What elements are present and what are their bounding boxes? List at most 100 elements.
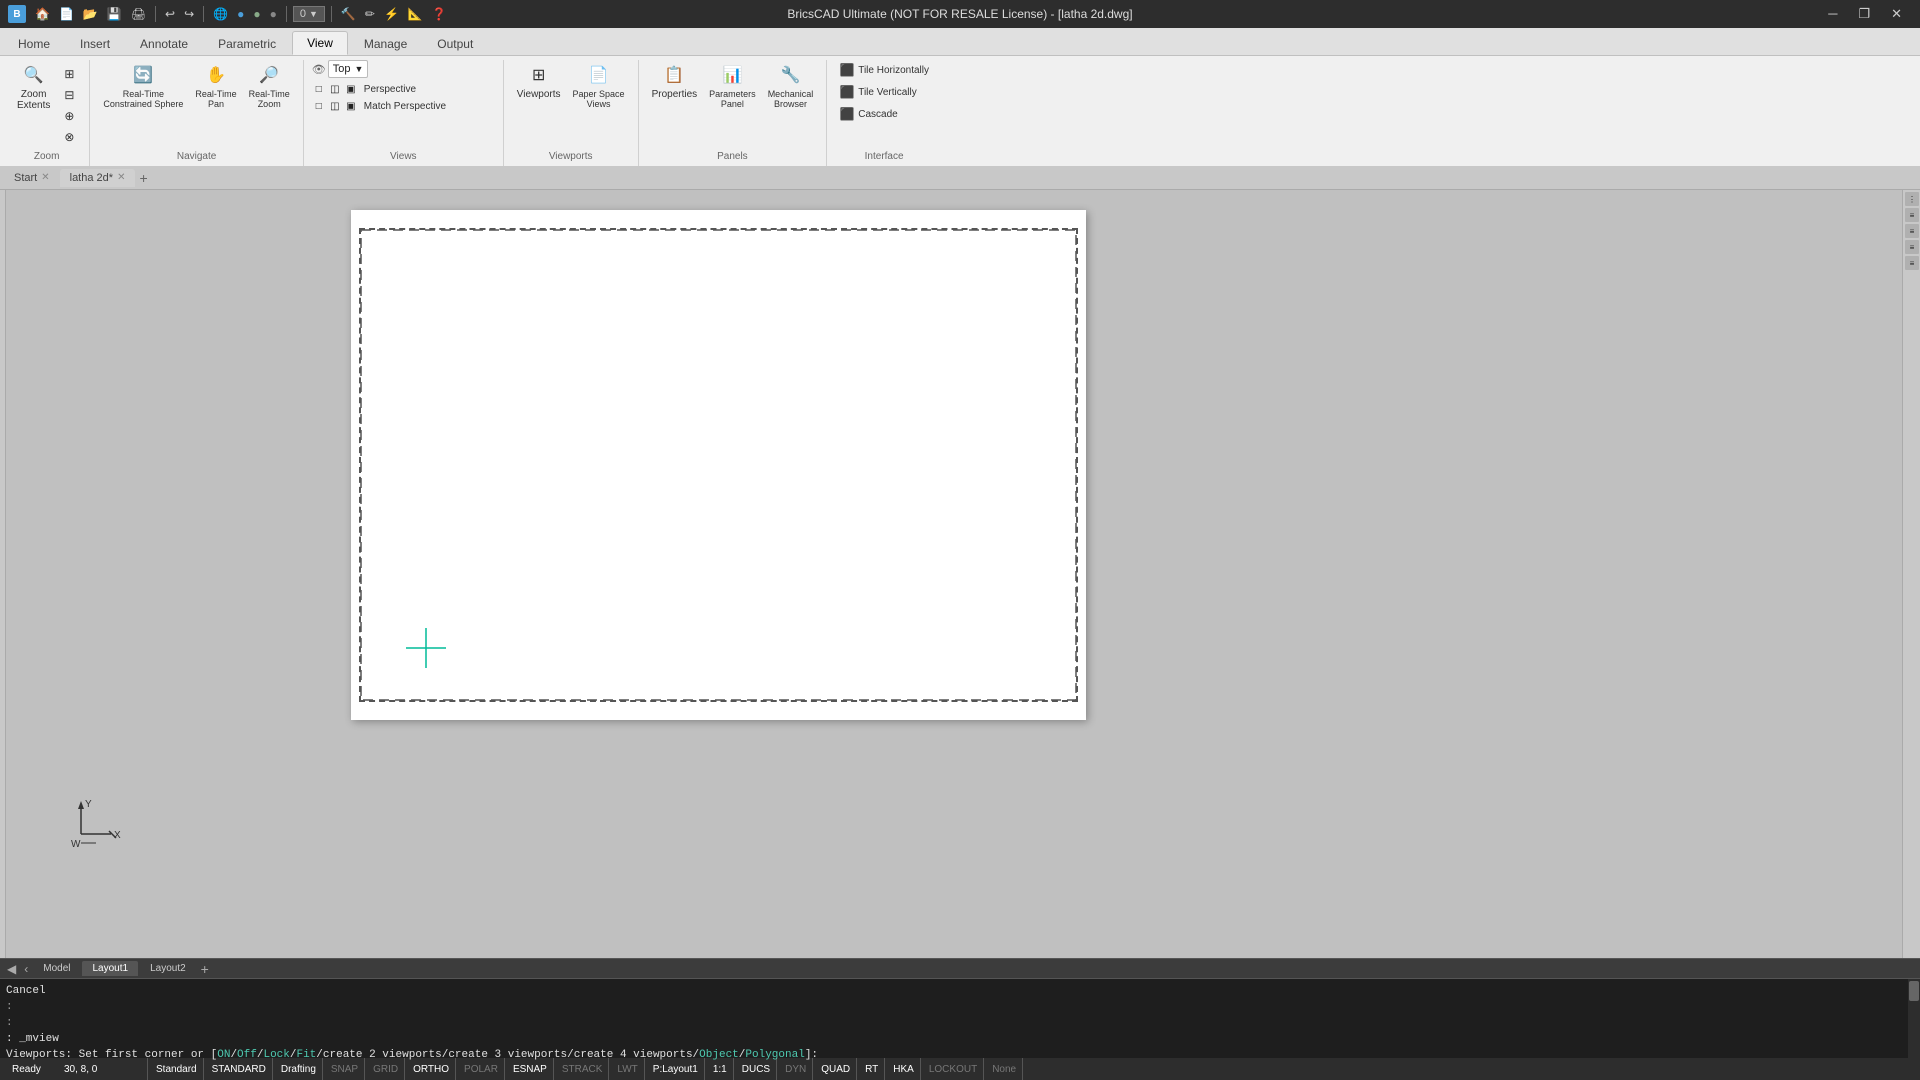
layout-tab-layout2[interactable]: Layout2 [140,961,196,976]
qa-save[interactable]: 📂 [80,6,101,22]
perspective-icon2[interactable]: ◫ [328,83,342,97]
tab-latha-label: latha 2d* [70,172,113,184]
qa-globe[interactable]: 🌐 [210,6,231,22]
canvas-container[interactable]: Y X W [6,190,1902,962]
right-strip-btn-2[interactable]: ≡ [1905,208,1919,222]
cmd-polygonal: Polygonal [745,1049,804,1061]
right-strip-btn-3[interactable]: ≡ [1905,224,1919,238]
qa-undo[interactable]: ↩ [162,6,178,22]
pan-label: Real-TimePan [195,89,236,109]
match-icon2[interactable]: ◫ [328,100,342,114]
qa-print[interactable]: 🖨 [128,6,149,22]
navigate-group-label: Navigate [98,147,294,162]
qa-separator1 [155,6,156,22]
zoom-window-btn[interactable]: ⊞ [57,64,81,84]
orbit-btn[interactable]: 🔄 Real-TimeConstrained Sphere [98,60,188,112]
perspective-btn[interactable]: Perspective [360,82,420,97]
qa-open[interactable]: 📄 [56,6,77,22]
match-icon3[interactable]: ▣ [344,100,358,114]
qa-pen[interactable]: ✏ [362,6,378,22]
qa-circle3[interactable]: ● [267,6,280,22]
properties-icon: 📋 [662,63,686,87]
qa-snap[interactable]: ⚡ [381,6,402,22]
cascade-btn[interactable]: ⬛ Cascade [835,104,933,124]
qa-separator2 [203,6,204,22]
viewports-btn[interactable]: ⊞ Viewports [512,60,566,103]
tab-home[interactable]: Home [4,33,64,55]
qa-circle2[interactable]: ● [250,6,263,22]
ribbon-tabs: Home Insert Annotate Parametric View Man… [0,28,1920,56]
minimize-button[interactable]: ─ [1818,4,1847,24]
tab-insert[interactable]: Insert [66,33,124,55]
new-tab-button[interactable]: + [135,170,151,186]
layout-nav-prev2[interactable]: ‹ [21,962,31,976]
tab-manage[interactable]: Manage [350,33,421,55]
tab-view[interactable]: View [292,31,348,55]
add-layout-button[interactable]: + [198,961,212,977]
right-strip-btn-1[interactable]: ⋮ [1905,192,1919,206]
pan-icon: ✋ [204,63,228,87]
view-dropdown[interactable]: Top ▼ [328,60,369,78]
zoom-all-btn[interactable]: ⊗ [57,127,81,147]
tab-output[interactable]: Output [423,33,487,55]
qa-save2[interactable]: 💾 [104,6,125,22]
tab-parametric[interactable]: Parametric [204,33,290,55]
restore-button[interactable]: ❐ [1848,4,1880,24]
crosshair-svg [406,628,446,668]
qa-new[interactable]: 🏠 [32,6,53,22]
zoom-previous-btn[interactable]: ⊟ [57,85,81,105]
perspective-icon1[interactable]: □ [312,83,326,97]
zoom-window-icon: ⊞ [61,66,77,82]
layout-tab-layout1[interactable]: Layout1 [82,961,138,976]
qa-dropdown[interactable]: 0 ▼ [293,6,325,22]
view-dropdown-arrow: ▼ [355,64,364,74]
properties-label: Properties [652,89,698,100]
paper-space-btn[interactable]: 📄 Paper SpaceViews [568,60,630,112]
tab-annotate[interactable]: Annotate [126,33,202,55]
qa-help[interactable]: ❓ [429,6,450,22]
orbit-label: Real-TimeConstrained Sphere [103,89,183,109]
tab-latha[interactable]: latha 2d* ✕ [60,169,136,187]
qa-tools[interactable]: 🔨 [338,6,359,22]
qa-redo[interactable]: ↪ [181,6,197,22]
mechanical-btn[interactable]: 🔧 MechanicalBrowser [763,60,819,112]
properties-btn[interactable]: 📋 Properties [647,60,703,103]
zoom-previous-icon: ⊟ [61,87,77,103]
tab-start-close[interactable]: ✕ [41,172,49,183]
layout-tab-model[interactable]: Model [33,961,80,976]
cascade-label: Cascade [858,109,897,120]
qa-circle[interactable]: ● [234,6,247,22]
layout-nav-prev[interactable]: ◀ [4,962,19,976]
ribbon-group-views: 👁 Top ▼ □ ◫ ▣ Perspective □ ◫ ▣ [304,60,504,166]
ucs-svg: Y X W [71,799,126,849]
tile-vertical-btn[interactable]: ⬛ Tile Vertically [835,82,933,102]
right-strip-btn-4[interactable]: ≡ [1905,240,1919,254]
parameters-btn[interactable]: 📊 ParametersPanel [704,60,761,112]
right-strip-btn-5[interactable]: ≡ [1905,256,1919,270]
qa-separator3 [286,6,287,22]
cmd-viewports-label: Viewports: Set first corner or [ [6,1049,217,1061]
tab-latha-close[interactable]: ✕ [117,172,125,183]
pan-btn[interactable]: ✋ Real-TimePan [190,60,241,112]
cmd-line-4: : _mview [6,1031,1914,1047]
ribbon-group-interface: ⬛ Tile Horizontally ⬛ Tile Vertically ⬛ … [827,60,941,166]
zoom-rt-btn[interactable]: 🔎 Real-TimeZoom [244,60,295,112]
match-perspective-btn[interactable]: Match Perspective [360,99,450,114]
close-button[interactable]: ✕ [1881,4,1912,24]
views-group-label: Views [312,147,495,162]
layout-tabs: ◀ ‹ Model Layout1 Layout2 + [0,958,1920,978]
svg-text:Y: Y [85,799,92,810]
document-tabs: Start ✕ latha 2d* ✕ + [0,166,1920,190]
tile-horizontal-btn[interactable]: ⬛ Tile Horizontally [835,60,933,80]
zoom-realtime-btn[interactable]: ⊕ [57,106,81,126]
match-icon1[interactable]: □ [312,100,326,114]
perspective-icon3[interactable]: ▣ [344,83,358,97]
zoom-realtime-icon: ⊕ [61,108,77,124]
zoom-extents-btn[interactable]: 🔍 ZoomExtents [12,60,55,114]
tab-start[interactable]: Start ✕ [4,169,60,187]
command-scrollbar[interactable] [1908,979,1920,1058]
qa-measure[interactable]: 📐 [405,6,426,22]
panels-group-label: Panels [647,147,819,162]
navigate-buttons: 🔄 Real-TimeConstrained Sphere ✋ Real-Tim… [98,60,294,147]
interface-group-label: Interface [835,147,933,162]
